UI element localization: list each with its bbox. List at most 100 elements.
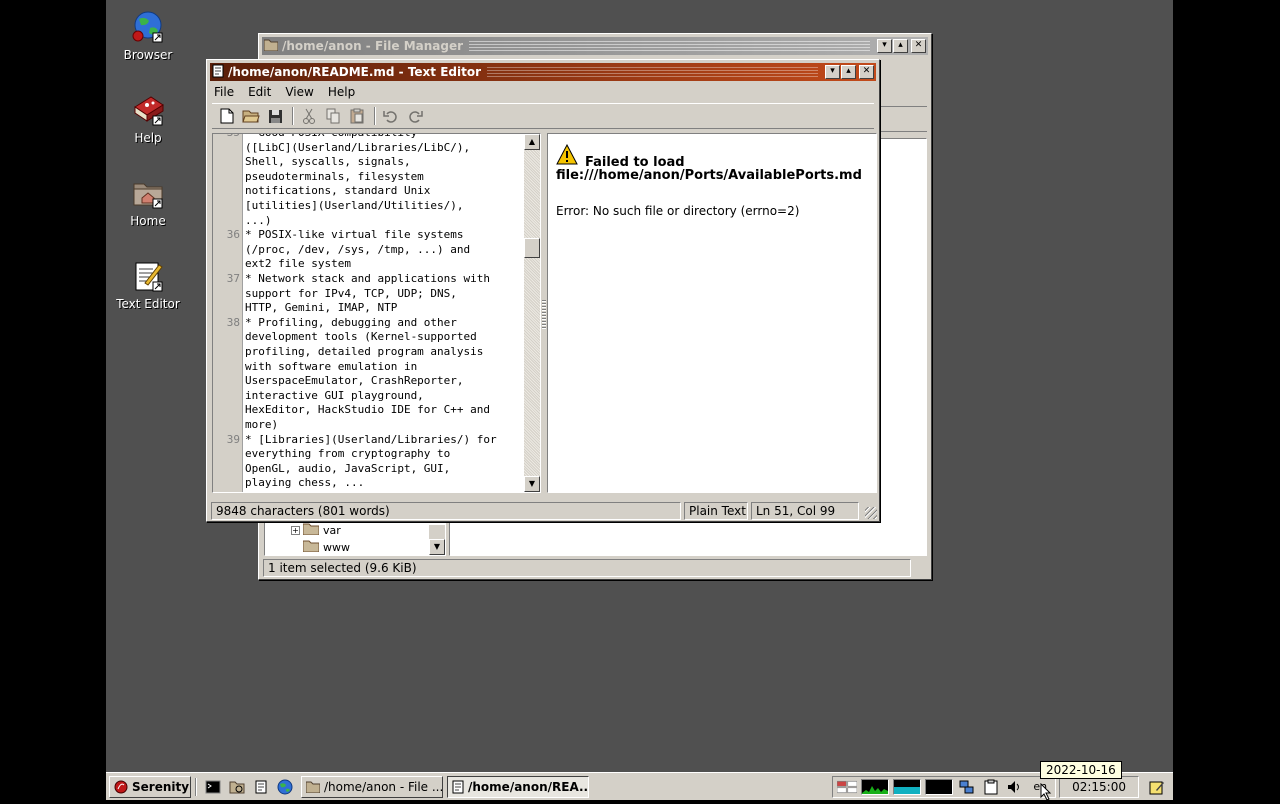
titlebar-stripes xyxy=(469,41,870,51)
cpu-graph-icon[interactable] xyxy=(861,778,890,795)
undo-icon[interactable] xyxy=(380,105,402,127)
task-label: /home/anon/REA... xyxy=(468,779,589,794)
notepad-icon xyxy=(452,780,464,794)
menu-file[interactable]: File xyxy=(214,85,234,99)
toolbar xyxy=(212,103,874,129)
editor-scrollbar[interactable]: ▲ ▼ xyxy=(524,134,540,492)
close-button[interactable]: ✕ xyxy=(911,39,926,53)
menu-help[interactable]: Help xyxy=(328,85,355,99)
volume-icon[interactable] xyxy=(1005,777,1025,797)
tree-item-var[interactable]: + var xyxy=(291,523,341,538)
tree-item-label: var xyxy=(323,524,341,537)
save-icon[interactable] xyxy=(264,105,286,127)
splitter-handle[interactable] xyxy=(542,300,546,330)
network-graph-icon[interactable] xyxy=(925,778,954,795)
file-manager-icon[interactable] xyxy=(227,777,247,797)
line-text: profiling, detailed program analysis xyxy=(245,345,484,358)
notepad-icon xyxy=(131,259,165,293)
window-title: /home/anon - File Manager xyxy=(282,39,464,53)
folder-icon xyxy=(302,523,320,538)
maximize-button[interactable]: ▴ xyxy=(893,39,908,53)
scroll-down-button[interactable]: ▼ xyxy=(429,539,445,555)
menu-view[interactable]: View xyxy=(285,85,313,99)
task-file-manager[interactable]: /home/anon - File ... xyxy=(301,775,443,798)
menu-edit[interactable]: Edit xyxy=(248,85,271,99)
editor-line: 38 * Profiling, debugging and other xyxy=(213,316,525,331)
book-icon xyxy=(131,93,165,127)
line-text: (/proc, /dev, /sys, /tmp, ...) and xyxy=(245,242,471,256)
cut-icon[interactable] xyxy=(298,105,320,127)
copy-icon[interactable] xyxy=(322,105,344,127)
folder-icon xyxy=(306,781,320,793)
minimize-button[interactable]: ▾ xyxy=(877,39,892,53)
workspace-switcher-icon[interactable] xyxy=(837,777,858,797)
taskbar: Serenity /home/anon - File ... /home/ano… xyxy=(106,772,1173,800)
line-text: * Good POSIX compatibility xyxy=(245,134,417,141)
line-text: Shell, syscalls, signals, xyxy=(245,155,411,169)
date-tooltip: 2022-10-16 xyxy=(1040,761,1122,779)
line-text: everything from cryptography to xyxy=(245,447,451,461)
preview-error: Error: No such file or directory (errno=… xyxy=(556,204,800,218)
browser-icon[interactable] xyxy=(275,777,295,797)
start-label: Serenity xyxy=(132,779,190,794)
editor-line: 37 * Network stack and applications with xyxy=(213,272,525,287)
memory-graph-icon[interactable] xyxy=(893,778,922,795)
scroll-thumb[interactable] xyxy=(524,238,540,258)
line-number: 39 xyxy=(226,432,240,446)
desktop-icon-browser[interactable]: Browser xyxy=(106,10,190,62)
clipboard-icon[interactable] xyxy=(981,777,1001,797)
editor-line: profiling, detailed program analysis xyxy=(213,345,525,360)
line-text: HexEditor, HackStudio IDE for C++ and xyxy=(245,403,491,417)
mouse-cursor-icon xyxy=(1040,782,1052,804)
toolbar-separator xyxy=(292,107,294,125)
terminal-icon[interactable] xyxy=(203,777,223,797)
file-manager-titlebar[interactable]: /home/anon - File Manager ▾ ▴ ✕ xyxy=(262,37,928,55)
preview-heading-line2: file:///home/anon/Ports/AvailablePorts.m… xyxy=(556,168,862,183)
editor-line: ([LibC](Userland/Libraries/LibC/), xyxy=(213,141,525,156)
task-text-editor[interactable]: /home/anon/REA... xyxy=(447,775,589,798)
desktop-icon-label: Home xyxy=(130,214,166,228)
editor-line: pseudoterminals, filesystem xyxy=(213,170,525,185)
line-number: 35 xyxy=(213,134,240,141)
close-button[interactable]: ✕ xyxy=(859,65,874,79)
new-file-icon[interactable] xyxy=(216,105,238,127)
resize-grip[interactable] xyxy=(865,507,877,519)
file-manager-toolbar-edge xyxy=(881,81,927,107)
folder-icon xyxy=(263,39,279,54)
minimize-button[interactable]: ▾ xyxy=(825,65,840,79)
scroll-down-button[interactable]: ▼ xyxy=(524,476,540,492)
tree-scrollbar[interactable]: ▼ xyxy=(429,525,445,555)
redo-icon[interactable] xyxy=(404,105,426,127)
notes-icon[interactable] xyxy=(1147,777,1167,797)
text-editor-area[interactable]: 35 * Good POSIX compatibility([LibC](User… xyxy=(212,133,541,493)
text-editor-titlebar[interactable]: /home/anon/README.md - Text Editor ▾ ▴ ✕ xyxy=(210,63,876,81)
serenity-logo-icon xyxy=(114,780,128,794)
editor-line: 35 * Good POSIX compatibility xyxy=(213,134,525,141)
editor-line: Shell, syscalls, signals, xyxy=(213,155,525,170)
text-editor-icon[interactable] xyxy=(251,777,271,797)
editor-line: ...) xyxy=(213,214,525,229)
tree-item-www[interactable]: www xyxy=(302,540,350,555)
scroll-up-button[interactable]: ▲ xyxy=(524,134,540,150)
desktop-icon-text-editor[interactable]: Text Editor xyxy=(106,259,190,311)
maximize-button[interactable]: ▴ xyxy=(841,65,856,79)
line-text: * Network stack and applications with xyxy=(245,272,491,285)
line-text: * [Libraries](Userland/Libraries/) for xyxy=(245,432,497,446)
open-folder-icon[interactable] xyxy=(240,105,262,127)
status-cursor-position: Ln 51, Col 99 xyxy=(751,502,859,520)
file-manager-locationbar-edge xyxy=(881,110,927,132)
desktop-icon-home[interactable]: Home xyxy=(106,176,190,228)
line-text: support for IPv4, TCP, UDP; DNS, xyxy=(245,286,457,300)
editor-line: playing chess, ... xyxy=(213,476,525,491)
network-icon[interactable] xyxy=(957,777,977,797)
system-tray: en xyxy=(832,775,1057,798)
line-text: * POSIX-like virtual file systems xyxy=(245,228,464,242)
desktop-icon-help[interactable]: Help xyxy=(106,93,190,145)
editor-line: ext2 file system xyxy=(213,257,525,272)
line-text: ([LibC](Userland/Libraries/LibC/), xyxy=(245,140,471,154)
expand-icon[interactable]: + xyxy=(291,526,300,535)
window-title: /home/anon/README.md - Text Editor xyxy=(228,65,482,79)
paste-icon[interactable] xyxy=(346,105,368,127)
status-syntax[interactable]: Plain Text xyxy=(684,502,748,520)
start-button[interactable]: Serenity xyxy=(109,775,191,798)
